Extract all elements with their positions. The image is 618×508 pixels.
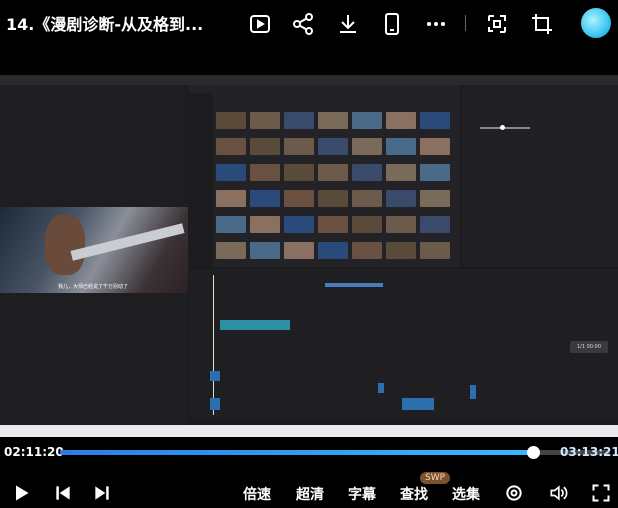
subtitle-clip xyxy=(325,283,383,287)
more-icon[interactable] xyxy=(422,10,450,38)
media-thumbnail[interactable] xyxy=(284,190,314,207)
video-still xyxy=(0,207,188,293)
media-thumbnail[interactable] xyxy=(386,216,416,233)
media-thumbnail[interactable] xyxy=(318,112,348,129)
media-thumbnail[interactable] xyxy=(318,216,348,233)
current-time: 02:11:20 xyxy=(4,445,64,459)
audio-clip xyxy=(210,398,220,410)
media-thumbnail[interactable] xyxy=(216,138,246,155)
sword-shape xyxy=(70,223,185,261)
next-icon[interactable] xyxy=(91,482,113,504)
timeline-panel xyxy=(189,269,618,419)
media-thumbnail[interactable] xyxy=(352,112,382,129)
find-button[interactable]: 查找 xyxy=(400,484,428,504)
media-thumbnail[interactable] xyxy=(250,112,280,129)
total-time: 03:13:21 xyxy=(560,445,618,459)
previous-icon[interactable] xyxy=(52,482,74,504)
media-thumbnail[interactable] xyxy=(216,242,246,259)
media-thumbnail[interactable] xyxy=(284,164,314,181)
subtitles-button[interactable]: 字幕 xyxy=(348,484,376,504)
progress-fill xyxy=(60,450,533,455)
audio-clip xyxy=(378,383,384,393)
media-thumbnail[interactable] xyxy=(216,112,246,129)
phone-icon[interactable] xyxy=(378,10,406,38)
media-thumbnail[interactable] xyxy=(352,216,382,233)
timeline-clip xyxy=(220,320,290,330)
media-thumbnail[interactable] xyxy=(386,138,416,155)
media-thumbnail[interactable] xyxy=(386,164,416,181)
thumbnail-grid xyxy=(216,112,456,267)
pip-icon[interactable] xyxy=(483,10,511,38)
media-thumbnail[interactable] xyxy=(216,190,246,207)
media-thumbnail[interactable] xyxy=(250,242,280,259)
media-sidebar xyxy=(189,93,213,267)
media-thumbnail[interactable] xyxy=(386,190,416,207)
media-thumbnail[interactable] xyxy=(318,164,348,181)
crop-icon[interactable] xyxy=(528,10,556,38)
media-thumbnail[interactable] xyxy=(250,138,280,155)
video-title: 14.《漫剧诊断-从及格到... xyxy=(6,15,204,34)
volume-icon[interactable] xyxy=(547,482,569,504)
speed-button[interactable]: 倍速 xyxy=(243,484,271,504)
media-thumbnail[interactable] xyxy=(284,242,314,259)
side-badge[interactable]: 1/1 00:00 xyxy=(570,341,608,353)
share-icon[interactable] xyxy=(289,10,317,38)
audio-clip xyxy=(470,385,476,399)
media-thumbnail[interactable] xyxy=(318,138,348,155)
media-thumbnail[interactable] xyxy=(420,138,450,155)
editor-titlebar xyxy=(0,75,618,85)
audio-clip xyxy=(210,371,220,381)
media-thumbnail[interactable] xyxy=(250,216,280,233)
media-thumbnail[interactable] xyxy=(216,164,246,181)
progress-knob[interactable] xyxy=(527,446,540,459)
preview-subtitle: 我儿，大师已经说了千万别动了 xyxy=(58,284,129,290)
media-thumbnail[interactable] xyxy=(420,216,450,233)
download-icon[interactable] xyxy=(334,10,362,38)
media-thumbnail[interactable] xyxy=(420,190,450,207)
media-thumbnail[interactable] xyxy=(284,112,314,129)
media-thumbnail[interactable] xyxy=(420,164,450,181)
playhead xyxy=(213,275,214,415)
media-thumbnail[interactable] xyxy=(284,216,314,233)
video-frame[interactable]: 我儿，大师已经说了千万别动了 1/1 00:00 xyxy=(0,75,618,437)
screen-record-icon[interactable] xyxy=(246,10,274,38)
properties-panel xyxy=(462,85,618,267)
media-thumbnail[interactable] xyxy=(352,164,382,181)
divider xyxy=(465,15,466,31)
slider-track xyxy=(480,127,530,129)
media-thumbnail[interactable] xyxy=(386,112,416,129)
media-thumbnail[interactable] xyxy=(352,138,382,155)
find-badge: SWP xyxy=(420,472,451,484)
character-figure xyxy=(45,215,85,275)
media-thumbnail[interactable] xyxy=(420,242,450,259)
audio-clip xyxy=(402,398,434,410)
media-thumbnail[interactable] xyxy=(352,190,382,207)
media-thumbnail[interactable] xyxy=(250,190,280,207)
episodes-button[interactable]: 选集 xyxy=(452,484,480,504)
media-thumbnail[interactable] xyxy=(318,190,348,207)
os-taskbar xyxy=(0,425,618,437)
media-thumbnail[interactable] xyxy=(420,112,450,129)
target-icon[interactable] xyxy=(503,482,525,504)
media-thumbnail[interactable] xyxy=(318,242,348,259)
media-thumbnail[interactable] xyxy=(352,242,382,259)
quality-button[interactable]: 超清 xyxy=(296,484,324,504)
slider-knob xyxy=(500,125,505,130)
avatar[interactable] xyxy=(581,8,611,38)
fullscreen-icon[interactable] xyxy=(590,482,612,504)
media-thumbnail[interactable] xyxy=(250,164,280,181)
media-thumbnail[interactable] xyxy=(216,216,246,233)
media-thumbnail[interactable] xyxy=(284,138,314,155)
play-icon[interactable] xyxy=(10,482,32,504)
media-thumbnail[interactable] xyxy=(386,242,416,259)
